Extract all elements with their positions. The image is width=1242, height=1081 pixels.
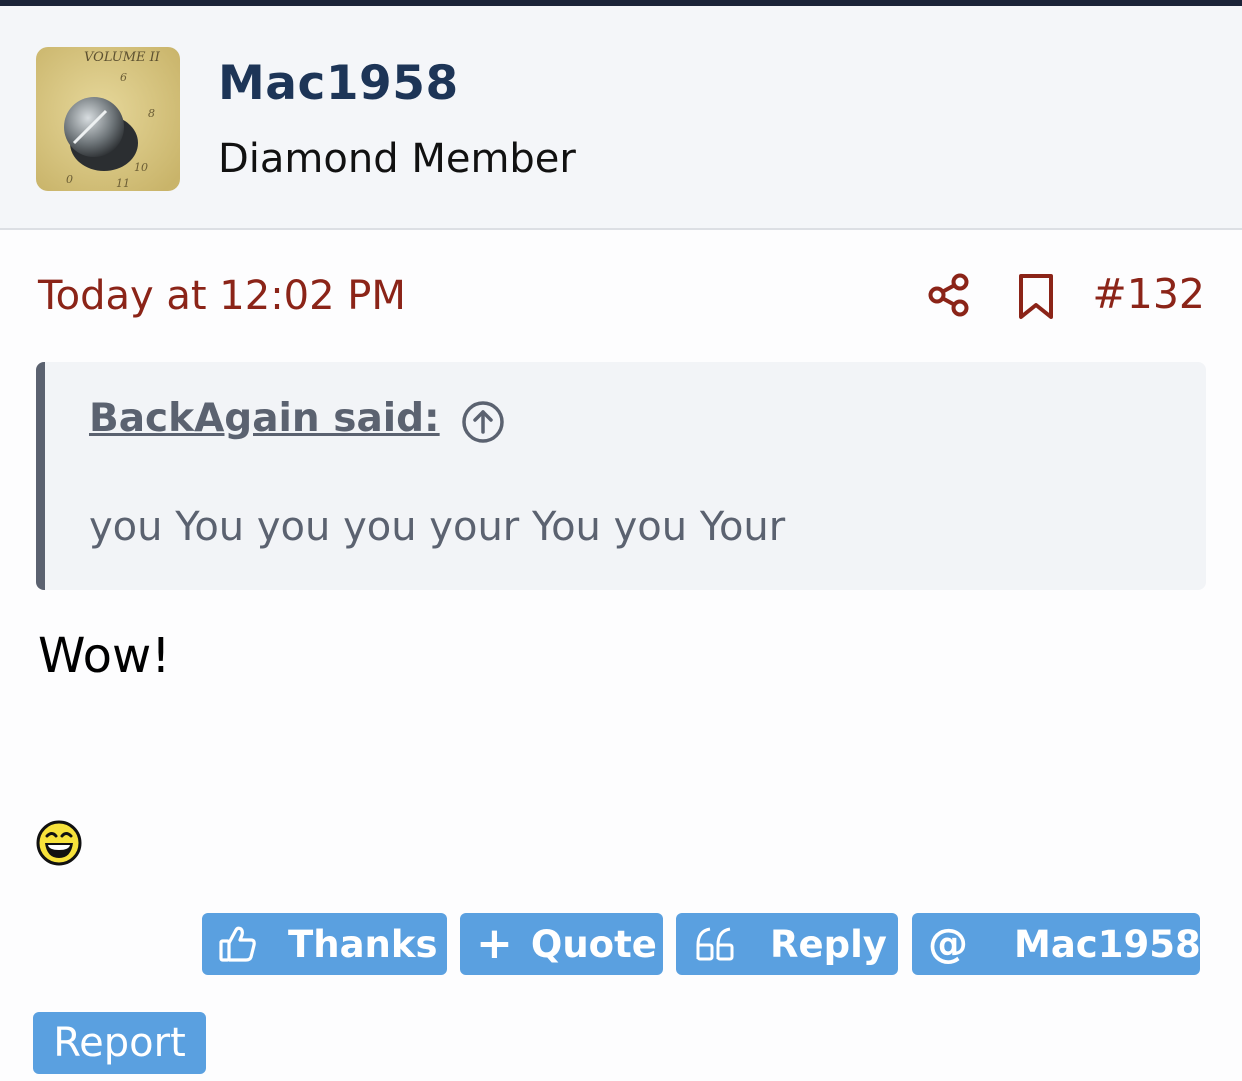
username[interactable]: Mac1958 (218, 56, 459, 111)
user-title: Diamond Member (218, 136, 576, 182)
quote-button[interactable]: + Quote (460, 913, 663, 975)
thanks-button[interactable]: Thanks (202, 913, 447, 975)
svg-text:0: 0 (66, 173, 73, 186)
report-button[interactable]: Report (33, 1012, 206, 1074)
post-body-text: Wow! (38, 628, 171, 684)
mention-button[interactable]: @ Mac1958 (912, 913, 1201, 975)
quote-author-link[interactable]: BackAgain said: (89, 396, 440, 441)
quote-label: Quote (530, 922, 657, 966)
svg-text:11: 11 (116, 177, 130, 190)
svg-text:10: 10 (134, 161, 148, 174)
plus-icon: + (476, 918, 513, 969)
thanks-label: Thanks (288, 922, 438, 966)
bookmark-icon[interactable] (1014, 272, 1058, 322)
quote-marks-icon (694, 925, 738, 963)
reply-button[interactable]: Reply (676, 913, 898, 975)
thumbs-up-icon (218, 924, 258, 964)
laughing-emoji-icon (36, 820, 82, 866)
share-icon[interactable] (926, 272, 972, 318)
avatar[interactable]: VOLUME II 6 8 10 11 0 (36, 47, 180, 191)
report-label: Report (53, 1020, 186, 1066)
arrow-up-circle-icon[interactable] (461, 400, 505, 444)
svg-text:8: 8 (148, 107, 155, 120)
reply-label: Reply (770, 922, 887, 966)
mention-label: Mac1958 (1014, 922, 1201, 966)
post-author-header: VOLUME II 6 8 10 11 0 Mac1958 Diamond Me… (0, 6, 1242, 230)
svg-text:VOLUME II: VOLUME II (84, 50, 161, 65)
post-number[interactable]: #132 (1092, 270, 1205, 318)
post-date[interactable]: Today at 12:02 PM (38, 273, 406, 319)
quote-text: you You you you your You you Your (89, 504, 786, 550)
quote-block: BackAgain said: you You you you your You… (36, 362, 1206, 590)
svg-text:6: 6 (120, 71, 127, 84)
at-sign-icon: @ (928, 921, 968, 967)
